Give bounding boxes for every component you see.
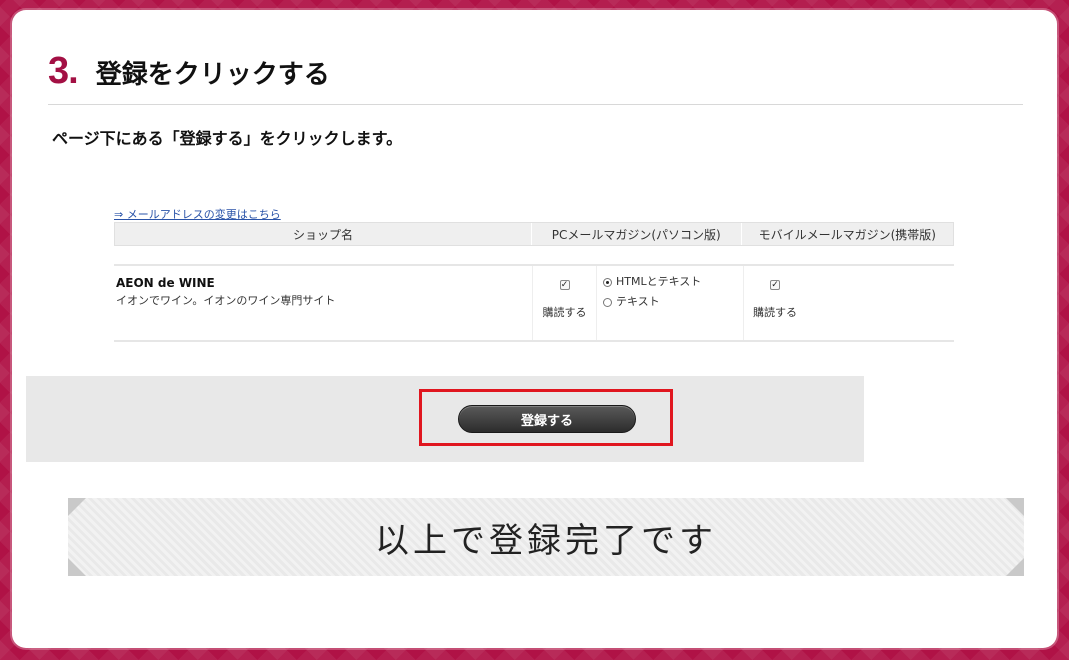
completion-banner: 以上で登録完了です <box>68 498 1024 576</box>
header-shop-name: ショップ名 <box>115 223 532 245</box>
step-number: 3. <box>48 50 79 92</box>
step-heading: 3. 登録をクリックする <box>48 50 330 93</box>
pc-subscribe-label: 購読する <box>542 306 587 319</box>
pc-subscribe-cell: ✓ 購読する <box>532 266 596 340</box>
corner-decoration <box>1006 558 1024 576</box>
instruction-text: ページ下にある「登録する」をクリックします。 <box>52 129 403 148</box>
format-option-html-label: HTMLとテキスト <box>616 275 702 288</box>
radio-text[interactable] <box>603 298 612 307</box>
change-email-link[interactable]: ⇒ メールアドレスの変更はこちら <box>114 206 281 221</box>
corner-decoration <box>68 558 86 576</box>
table-header: ショップ名 PCメールマガジン(パソコン版) モバイルメールマガジン(携帯版) <box>114 222 954 246</box>
form-screenshot: ⇒ メールアドレスの変更はこちら ショップ名 PCメールマガジン(パソコン版) … <box>114 203 954 342</box>
header-pc-magazine: PCメールマガジン(パソコン版) <box>532 223 742 245</box>
header-mobile-magazine: モバイルメールマガジン(携帯版) <box>758 227 936 242</box>
pc-subscribe-checkbox[interactable]: ✓ <box>559 280 570 290</box>
completion-text: 以上で登録完了です <box>375 520 717 561</box>
mobile-subscribe-checkbox[interactable]: ✓ <box>770 280 780 290</box>
mobile-subscribe-cell: ✓ 購読する <box>744 266 806 340</box>
radio-html[interactable] <box>603 278 612 287</box>
instruction-card: 3. 登録をクリックする ページ下にある「登録する」をクリックします。 ⇒ メー… <box>12 10 1057 648</box>
table-row: AEON de WINE イオンでワイン。イオンのワイン専門サイト ✓ 購読する… <box>114 264 954 342</box>
corner-decoration <box>68 498 86 516</box>
register-button[interactable]: 登録する <box>458 405 636 433</box>
step-title: 登録をクリックする <box>95 60 330 90</box>
shop-name: AEON de WINE <box>116 276 215 290</box>
shop-description: イオンでワイン。イオンのワイン専門サイト <box>116 294 336 307</box>
corner-decoration <box>1006 498 1024 516</box>
format-option-text-label: テキスト <box>616 295 660 308</box>
divider <box>48 104 1023 105</box>
shop-cell: AEON de WINE イオンでワイン。イオンのワイン専門サイト <box>114 266 532 340</box>
format-option-text[interactable]: テキスト <box>603 296 737 308</box>
mobile-subscribe-label: 購読する <box>753 306 797 319</box>
format-option-html[interactable]: HTMLとテキスト <box>603 276 737 288</box>
pc-format-cell: HTMLとテキスト テキスト <box>596 266 744 340</box>
